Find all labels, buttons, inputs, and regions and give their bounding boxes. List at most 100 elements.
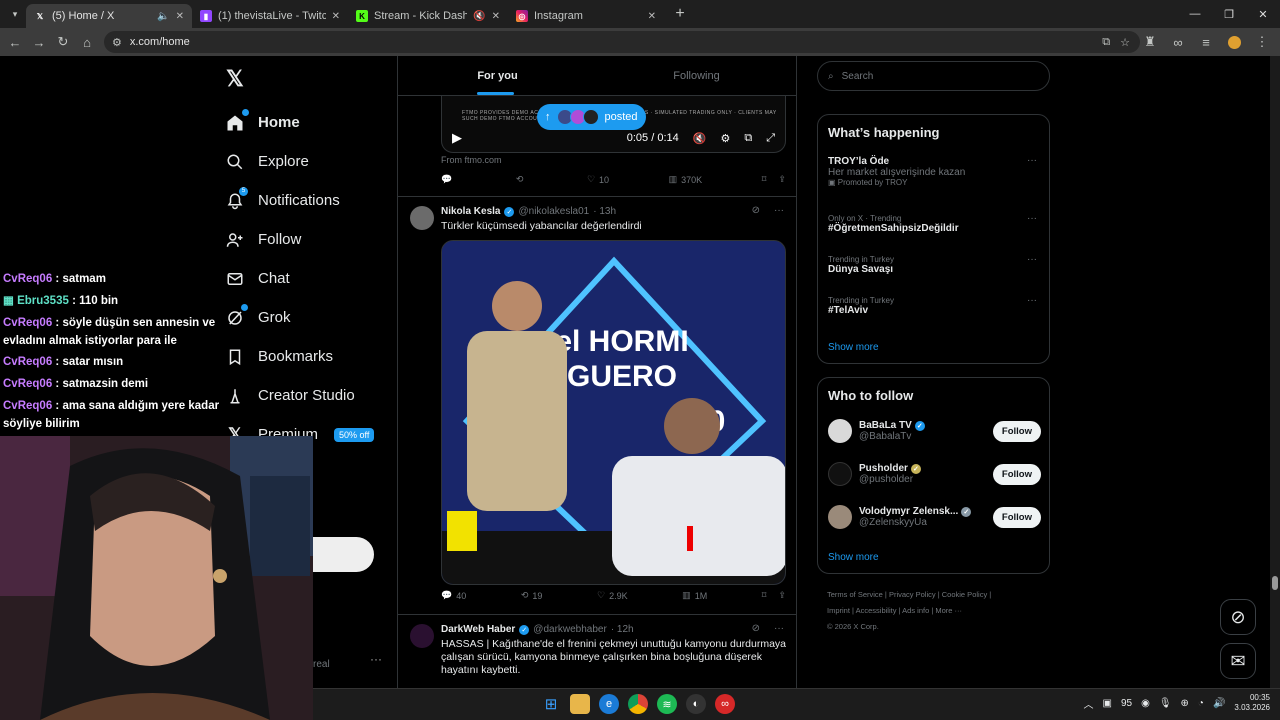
browser-menu-icon[interactable]: ⋮ [1250,30,1274,54]
spotify-icon[interactable]: ≋ [657,694,677,714]
show-more-link[interactable]: Show more [828,342,879,353]
nav-home[interactable]: Home [224,103,374,142]
more-options-icon[interactable]: ··· [1027,254,1037,265]
new-posts-pill[interactable]: ↑ posted [537,104,646,130]
chrome-icon[interactable] [628,694,648,714]
ad-source[interactable]: From ftmo.com [441,155,502,165]
retweet-icon[interactable]: ⟲ 19 [521,590,543,601]
forward-arrow-icon[interactable]: → [27,30,51,54]
settings-gear-icon[interactable]: ⚙ [720,132,730,145]
close-window-icon[interactable]: ✕ [1246,0,1280,28]
share-icon[interactable]: ⇪ [778,590,786,601]
edge-icon[interactable]: e [599,694,619,714]
tweet[interactable]: Nikola Kesla ✓ @nikolakesla01 · 13h ⊘ ··… [398,196,796,614]
scrollbar-thumb[interactable] [1272,576,1278,590]
mute-icon[interactable]: 🔇 [693,132,707,145]
tab-for-you[interactable]: For you [398,56,597,95]
trend-item[interactable]: Trending in Turkey Dünya Savaşı ··· [828,254,1041,275]
follow-button[interactable]: Follow [992,463,1041,485]
nav-grok[interactable]: Grok [224,298,374,337]
back-arrow-icon[interactable]: ← [3,30,27,54]
windows-start-icon[interactable]: ⊞ [541,694,561,714]
trend-item[interactable]: Only on X · Trending #ÖğretmenSahipsizDe… [828,213,1041,234]
profile-avatar[interactable] [1222,30,1246,54]
new-tab-button[interactable]: + [668,5,692,23]
chevron-up-icon[interactable]: ︿ [1084,696,1094,711]
account-menu-icon[interactable]: ··· [370,652,382,666]
page-scrollbar[interactable] [1270,56,1280,688]
reply-icon[interactable]: 💬 [441,174,456,185]
microphone-icon[interactable]: 🎙 [1159,698,1172,709]
volume-icon[interactable]: 🔊 [1213,698,1225,709]
pip-icon[interactable]: ⧉ [744,132,752,145]
views-icon[interactable]: ▥ 370K [669,174,703,185]
like-icon[interactable]: ♡ 10 [587,174,609,185]
tweet[interactable]: DarkWeb Haber ✓ @darkwebhaber · 12h ⊘ ··… [398,614,796,688]
close-tab-icon[interactable]: ✕ [332,11,340,22]
trend-item[interactable]: Trending in Turkey #TelAviv ··· [828,295,1041,316]
wifi-icon[interactable]: ◔ [1198,698,1204,709]
bookmark-star-icon[interactable]: ☆ [1120,36,1130,49]
obs-icon[interactable]: ◐ [686,694,706,714]
like-icon[interactable]: ♡ 2.9K [597,590,628,601]
close-tab-icon[interactable]: ✕ [492,11,500,22]
post-button[interactable] [313,537,374,572]
file-explorer-icon[interactable] [570,694,590,714]
grok-fab-button[interactable]: ⊘ [1220,599,1256,635]
messages-fab-button[interactable]: ✉ [1220,643,1256,679]
minimize-icon[interactable]: — [1178,0,1212,28]
home-icon[interactable]: ⌂ [75,30,99,54]
bookmark-icon[interactable]: ⌑ [762,590,767,601]
close-tab-icon[interactable]: ✕ [648,11,656,22]
reload-icon[interactable]: ↻ [51,30,75,54]
nav-creator-studio[interactable]: Creator Studio [224,376,374,415]
tab-following[interactable]: Following [597,56,796,95]
tab-instagram[interactable]: ◎ Instagram ✕ [508,4,664,28]
x-logo-icon[interactable]: 𝕏 [226,66,244,92]
more-options-icon[interactable]: ··· [774,623,784,634]
tweet-media[interactable]: el HORMI GUERO 20 [441,240,786,585]
follow-suggestion[interactable]: Volodymyr Zelensk... ✓ @ZelenskyyUa Follo… [828,500,1041,534]
nav-bookmarks[interactable]: Bookmarks [224,337,374,376]
mute-icon[interactable]: 🔇 [473,11,485,22]
more-options-icon[interactable]: ··· [1027,155,1037,166]
show-more-link[interactable]: Show more [828,552,879,563]
grok-icon[interactable]: ⊘ [752,623,760,634]
follow-suggestion[interactable]: Pusholder ✓ @pusholder Follow [828,457,1041,491]
search-input[interactable]: ⌕ Search [817,61,1050,91]
reply-icon[interactable]: 💬 40 [441,590,466,601]
more-options-icon[interactable]: ··· [1027,213,1037,224]
network-icon[interactable]: ⊕ [1181,698,1189,709]
tab-x-home[interactable]: 𝕏 (5) Home / X 🔈 ✕ [26,4,192,28]
nav-chat[interactable]: Chat [224,259,374,298]
avatar[interactable] [410,206,434,230]
tab-search-dropdown[interactable]: ▾ [4,4,26,24]
nav-explore[interactable]: Explore [224,142,374,181]
address-bar[interactable]: ⚙ x.com/home ⧉ ☆ [104,31,1140,53]
share-icon[interactable]: ⇪ [778,174,786,185]
bookmark-icon[interactable]: ⌑ [762,174,767,185]
retweet-icon[interactable]: ⟲ [516,174,528,185]
link-icon[interactable]: ∞ [1166,30,1190,54]
avatar[interactable] [410,624,434,648]
app-icon[interactable]: ∞ [715,694,735,714]
extension-icon[interactable]: ♜ [1138,30,1162,54]
restore-icon[interactable]: ❐ [1212,0,1246,28]
more-options-icon[interactable]: ··· [774,205,784,216]
follow-button[interactable]: Follow [992,420,1041,442]
site-info-icon[interactable]: ⚙ [112,36,122,49]
media-controls-icon[interactable]: ≡ [1194,30,1218,54]
follow-button[interactable]: Follow [992,506,1041,528]
mute-icon[interactable]: 🔈 [157,11,169,22]
footer-line[interactable]: Terms of Service | Privacy Policy | Cook… [827,587,1042,603]
steam-icon[interactable]: ◉ [1141,698,1150,709]
views-icon[interactable]: ▥ 1M [682,590,707,601]
nav-follow[interactable]: Follow [224,220,374,259]
tab-twitch[interactable]: ▮ (1) thevistaLive - Twitch ✕ [192,4,348,28]
footer-line[interactable]: Imprint | Accessibility | Ads info | Mor… [827,603,1042,619]
clock[interactable]: 00:35 3.03.2026 [1234,693,1270,713]
close-tab-icon[interactable]: ✕ [176,11,184,22]
nav-notifications[interactable]: 5 Notifications [224,181,374,220]
weather-icon[interactable]: ▣ [1103,698,1112,709]
tab-kick[interactable]: K Stream - Kick Dashboard 🔇 ✕ [348,4,508,28]
